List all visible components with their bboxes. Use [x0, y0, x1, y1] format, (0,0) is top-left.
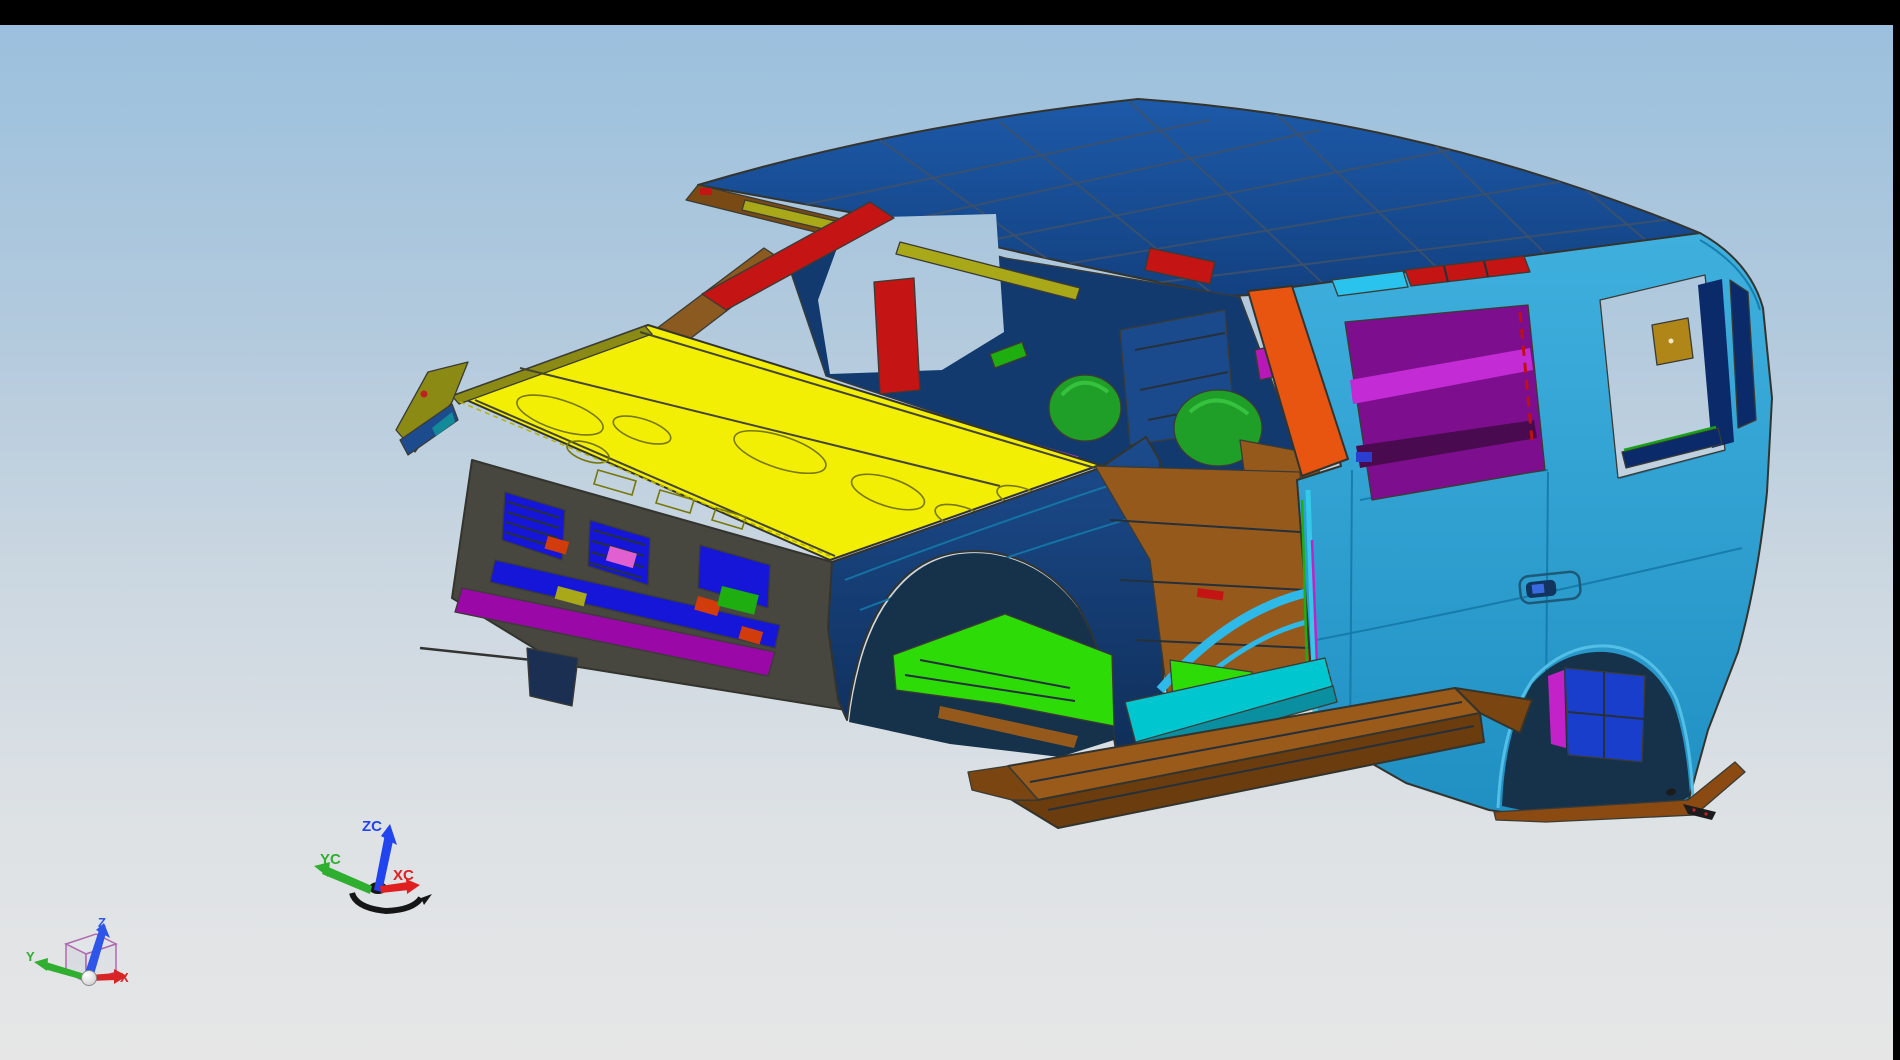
- window-top-bar: [0, 0, 1900, 25]
- quarter-window: [1600, 275, 1734, 478]
- lower-bracket: [527, 648, 578, 706]
- view-x-label: X: [120, 970, 129, 985]
- header-red-clip: [700, 188, 712, 195]
- red-dot: [1692, 808, 1695, 811]
- arch-magenta-sliver: [1548, 670, 1566, 748]
- application-window: ZC YC XC Z Y: [0, 0, 1900, 1060]
- view-z-label: Z: [98, 915, 106, 930]
- firewall-red-member: [874, 278, 920, 394]
- wcs-z-label: ZC: [362, 818, 382, 835]
- red-dot: [1704, 812, 1707, 815]
- rear-door-window: [1345, 305, 1545, 500]
- view-y-label: Y: [26, 949, 35, 964]
- cad-viewport[interactable]: ZC YC XC Z Y: [0, 0, 1900, 1060]
- seat: [1049, 375, 1121, 441]
- origin-sphere[interactable]: [82, 971, 97, 986]
- red-dot: [421, 391, 428, 398]
- wcs-x-label: XC: [393, 867, 414, 884]
- wcs-y-label: YC: [320, 851, 341, 868]
- window-right-bar: [1893, 25, 1900, 1060]
